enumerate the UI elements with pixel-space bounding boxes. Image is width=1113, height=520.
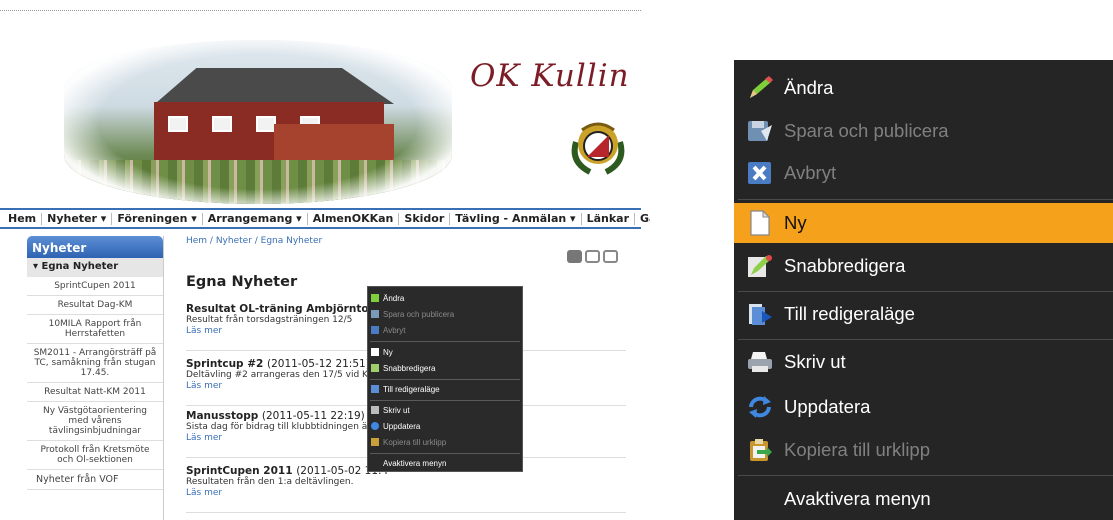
menu-item-uppdatera[interactable]: Uppdatera xyxy=(734,387,1113,427)
menu-item-till-redigeralage[interactable]: Till redigeraläge xyxy=(734,294,1113,334)
menu-separator xyxy=(738,475,1113,476)
context-menu-enlarged: Ändra Spara och publicera Avbryt Ny Snab… xyxy=(734,60,1113,520)
news-title[interactable]: Manusstopp xyxy=(186,410,258,422)
news-divider xyxy=(186,512,626,513)
refresh-icon xyxy=(371,422,379,430)
menu-separator xyxy=(738,199,1113,200)
news-title[interactable]: Sprintcup #2 xyxy=(186,358,263,370)
menu-item-spara-och-publicera: Spara och publicera xyxy=(734,111,1113,151)
menu-item-avbryt: Avbryt xyxy=(371,324,406,336)
menu-item-avaktivera-menyn[interactable]: Avaktivera menyn xyxy=(734,479,1113,519)
menu-separator xyxy=(370,400,520,401)
printer-icon xyxy=(746,349,774,375)
menu-item-uppdatera[interactable]: Uppdatera xyxy=(371,420,420,432)
nav-item-lankar[interactable]: Länkar xyxy=(582,212,635,225)
sidebar-item-vof[interactable]: Nyheter från VOF xyxy=(27,470,163,490)
menu-item-spara: Spara och publicera xyxy=(371,308,454,320)
nav-item-tavling[interactable]: Tävling - Anmälan ▾ xyxy=(450,212,582,225)
sidebar-section-egna-nyheter[interactable]: ▾ Egna Nyheter xyxy=(27,258,163,277)
menu-separator xyxy=(738,339,1113,340)
sidebar-item[interactable]: Resultat Natt-KM 2011 xyxy=(27,383,163,402)
nav-item-skidor[interactable]: Skidor xyxy=(399,212,451,225)
top-divider xyxy=(0,10,641,11)
printer-icon xyxy=(371,406,379,414)
header-house-photo xyxy=(64,40,452,204)
sidebar-item[interactable]: SprintCupen 2011 xyxy=(27,277,163,296)
read-more-link[interactable]: Läs mer xyxy=(186,488,626,499)
news-date: (2011-05-11 22:19) xyxy=(261,410,365,422)
menu-item-avbryt: Avbryt xyxy=(734,153,1113,193)
site-title: OK Kullin xyxy=(470,58,630,94)
main-content: Hem / Nyheter / Egna Nyheter Egna Nyhete… xyxy=(186,236,641,513)
news-text: Resultaten från den 1:a deltävlingen. xyxy=(186,477,354,487)
menu-item-andra[interactable]: Ändra xyxy=(371,292,404,304)
sidebar-item[interactable]: Ny Västgötaorientering med vårens tävlin… xyxy=(27,402,163,441)
quick-edit-icon xyxy=(746,253,774,279)
menu-item-kopiera: Kopiera till urklipp xyxy=(371,436,446,448)
sidebar-item[interactable]: SM2011 - Arrangörsträff på TC, samåkning… xyxy=(27,344,163,383)
menu-item-kopiera-till-urklipp: Kopiera till urklipp xyxy=(734,430,1113,470)
sidebar-item[interactable]: 10MILA Rapport från Herrstafetten xyxy=(27,315,163,344)
menu-item-avaktivera[interactable]: Avaktivera menyn xyxy=(383,457,446,469)
sidebar-item[interactable]: Resultat Dag-KM xyxy=(27,296,163,315)
save-publish-icon xyxy=(746,118,774,144)
menu-item-ny[interactable]: Ny xyxy=(734,203,1113,243)
menu-separator xyxy=(370,453,520,454)
zoom-out-icon[interactable] xyxy=(603,250,618,263)
nav-item-arrangemang[interactable]: Arrangemang ▾ xyxy=(203,212,308,225)
breadcrumb[interactable]: Hem / Nyheter / Egna Nyheter xyxy=(186,236,641,246)
news-title[interactable]: SprintCupen 2011 xyxy=(186,465,293,477)
nav-item-hem[interactable]: Hem xyxy=(3,212,43,225)
nav-item-gastbok[interactable]: Gästbok xyxy=(635,212,650,225)
sidebar-divider xyxy=(163,236,164,520)
nav-item-nyheter[interactable]: Nyheter ▾ xyxy=(42,212,113,225)
page-tools xyxy=(567,250,618,263)
pencil-icon xyxy=(746,75,774,101)
save-publish-icon xyxy=(371,310,379,318)
pencil-icon xyxy=(371,294,379,302)
new-page-icon xyxy=(746,210,774,236)
sidebar: Nyheter ▾ Egna Nyheter SprintCupen 2011 … xyxy=(27,236,163,490)
website: OK Kullin Hem Nyheter ▾ Föreningen ▾ Arr… xyxy=(0,0,650,520)
page-title: Egna Nyheter xyxy=(186,274,298,290)
sidebar-heading: Nyheter xyxy=(27,236,163,258)
clipboard-icon xyxy=(746,437,774,463)
print-icon[interactable] xyxy=(567,250,582,263)
context-menu-small: Ändra Spara och publicera Avbryt Ny Snab… xyxy=(367,286,523,472)
edit-mode-icon xyxy=(371,385,379,393)
zoom-in-icon[interactable] xyxy=(585,250,600,263)
menu-item-skriv-ut[interactable]: Skriv ut xyxy=(734,342,1113,382)
menu-item-redigeralage[interactable]: Till redigeraläge xyxy=(371,383,440,395)
menu-separator xyxy=(370,379,520,380)
cancel-icon xyxy=(371,326,379,334)
club-logo xyxy=(571,122,625,175)
menu-item-ny[interactable]: Ny xyxy=(371,346,393,358)
menu-item-snabbredigera[interactable]: Snabbredigera xyxy=(371,362,435,374)
sidebar-item[interactable]: Protokoll från Kretsmöte och Ol-sektione… xyxy=(27,441,163,470)
menu-item-snabbredigera[interactable]: Snabbredigera xyxy=(734,246,1113,286)
cancel-icon xyxy=(746,160,774,186)
edit-mode-icon xyxy=(746,301,774,327)
refresh-icon xyxy=(746,394,774,420)
clipboard-icon xyxy=(371,438,379,446)
news-title[interactable]: Resultat OL-träning Ambjörntorp xyxy=(186,303,381,315)
nav-item-almenokkan[interactable]: AlmenOKKan xyxy=(308,212,400,225)
menu-spacer xyxy=(746,486,774,512)
menu-separator xyxy=(370,341,520,342)
main-navigation: Hem Nyheter ▾ Föreningen ▾ Arrangemang ▾… xyxy=(0,208,650,229)
new-page-icon xyxy=(371,348,379,356)
quick-edit-icon xyxy=(371,364,379,372)
menu-separator xyxy=(738,291,1113,292)
news-date: (2011-05-12 21:51) xyxy=(266,358,370,370)
nav-item-foreningen[interactable]: Föreningen ▾ xyxy=(112,212,203,225)
menu-item-andra[interactable]: Ändra xyxy=(734,68,1113,108)
menu-item-skriv-ut[interactable]: Skriv ut xyxy=(371,404,410,416)
